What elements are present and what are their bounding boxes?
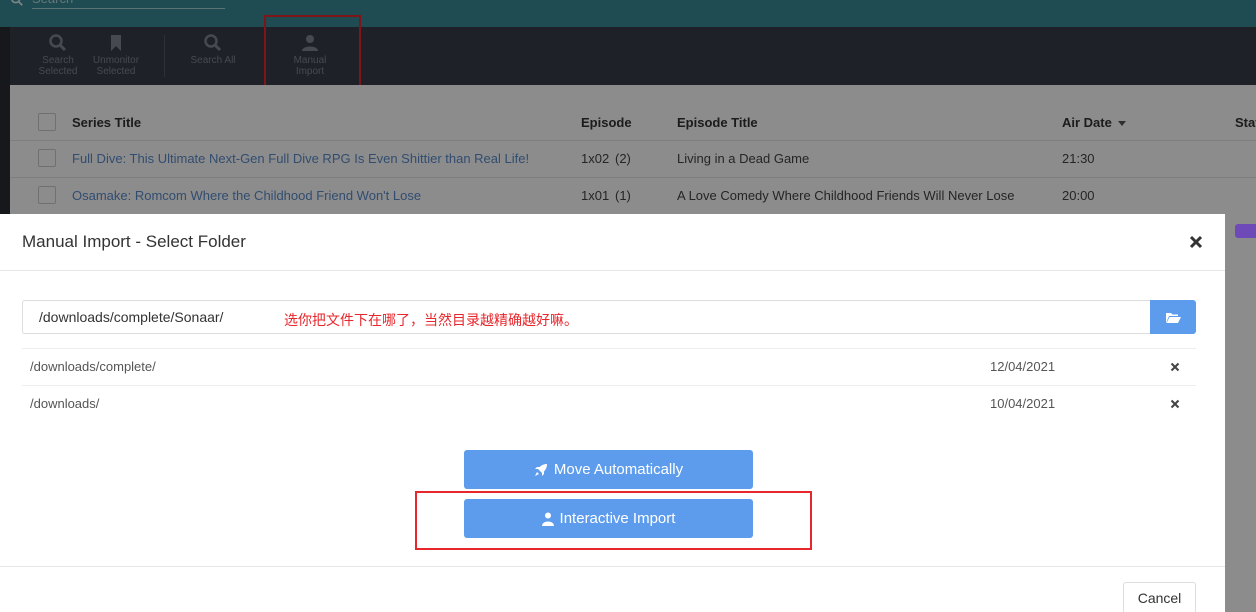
- recent-folder-path: /downloads/: [30, 396, 100, 411]
- manual-import-modal: Manual Import - Select Folder 选你把文件下在哪了，…: [0, 214, 1225, 612]
- annotation-text: 选你把文件下在哪了，当然目录越精确越好嘛。: [284, 312, 578, 328]
- close-icon[interactable]: [1187, 233, 1205, 251]
- remove-icon[interactable]: [1170, 362, 1180, 372]
- cancel-button[interactable]: Cancel: [1123, 582, 1196, 612]
- folder-path-input[interactable]: [22, 300, 1150, 334]
- modal-title: Manual Import - Select Folder: [22, 232, 246, 251]
- move-automatically-label: Move Automatically: [553, 461, 684, 478]
- folder-open-icon: [1166, 312, 1181, 323]
- recent-folder-path: /downloads/complete/: [30, 359, 156, 374]
- recent-folder-date: 12/04/2021: [990, 359, 1056, 374]
- modal-footer: Cancel: [0, 566, 1225, 612]
- recent-folder-row[interactable]: /downloads/ 10/04/2021: [22, 385, 1196, 422]
- rocket-icon: [534, 463, 547, 476]
- remove-icon[interactable]: [1170, 399, 1180, 409]
- recent-folder-date: 10/04/2021: [990, 396, 1056, 411]
- recent-folder-row[interactable]: /downloads/complete/ 12/04/2021: [22, 348, 1196, 385]
- modal-header: Manual Import - Select Folder: [0, 214, 1225, 271]
- side-tab[interactable]: [1235, 224, 1256, 238]
- browse-folder-button[interactable]: [1150, 300, 1196, 334]
- annotation-highlight-box: [415, 491, 812, 550]
- move-automatically-button[interactable]: Move Automatically: [464, 450, 753, 489]
